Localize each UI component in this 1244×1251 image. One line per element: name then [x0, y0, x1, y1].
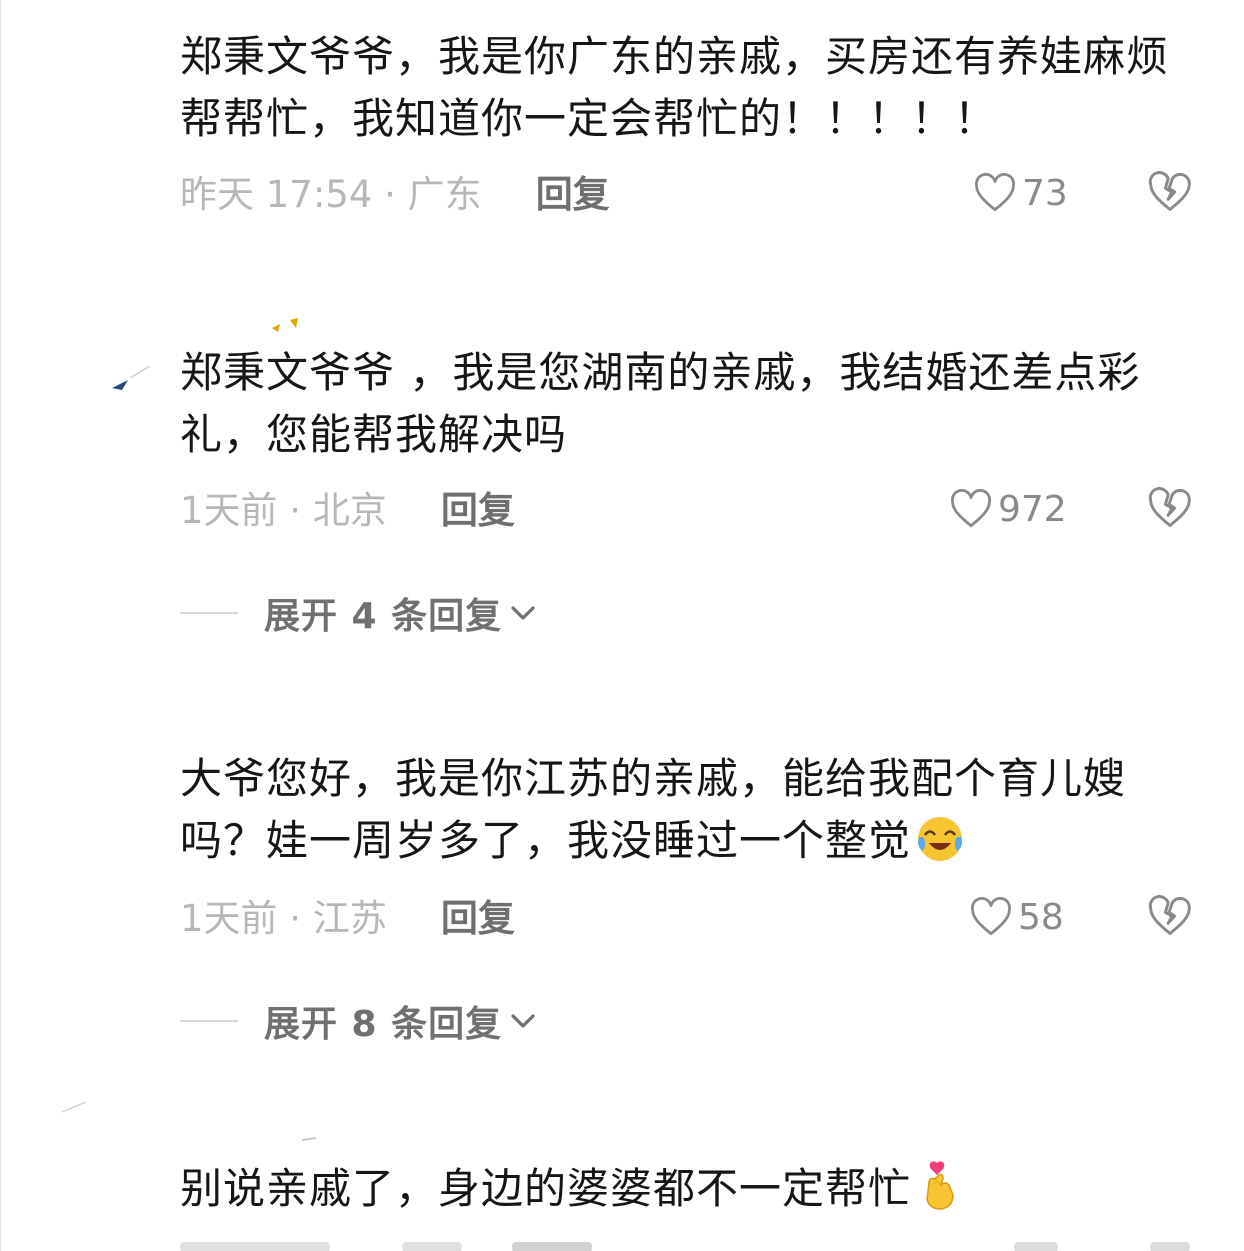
expand-replies-label: 展开 4 条回复	[264, 596, 503, 637]
expand-replies-label: 展开 8 条回复	[264, 1004, 503, 1045]
finger-heart-emoji	[926, 1161, 954, 1210]
like-button[interactable]: 73	[974, 168, 1068, 218]
comment-text-content: 别说亲戚了，身边的婆婆都不一定帮忙	[180, 1164, 912, 1213]
like-count: 73	[1022, 172, 1068, 214]
like-button[interactable]: 972	[950, 484, 1067, 534]
comment-meta: 1天前 · 北京 回复	[180, 482, 515, 532]
avatar-fragment-icon	[272, 318, 298, 332]
heart-outline-icon	[974, 173, 1016, 212]
chevron-down-icon	[511, 1014, 535, 1028]
like-count: 58	[1018, 896, 1064, 938]
expand-replies-button[interactable]: 展开 4 条回复	[180, 588, 538, 638]
broken-heart-icon[interactable]	[1148, 170, 1192, 214]
avatar-fragment-icon	[61, 1101, 87, 1113]
reply-button[interactable]: 回复	[536, 164, 610, 218]
comment-text: 大爷您好，我是你江苏的亲戚，能给我配个育儿嫂吗？娃一周岁多了，我没睡过一个整觉	[180, 748, 1190, 872]
comment-time-location: 1天前 · 江苏	[180, 897, 387, 940]
divider-dash	[180, 612, 238, 614]
comment-text: 别说亲戚了，身边的婆婆都不一定帮忙	[180, 1158, 1190, 1220]
like-count: 972	[998, 488, 1067, 530]
comment-meta: 1天前 · 江苏 回复	[180, 890, 515, 940]
chevron-down-icon	[511, 606, 535, 620]
comment-text: 郑秉文爷爷，我是你广东的亲戚，买房还有养娃麻烦帮帮忙，我知道你一定会帮忙的！！！…	[180, 32, 1170, 143]
like-button[interactable]: 58	[970, 892, 1064, 942]
comment-text-content: 大爷您好，我是你江苏的亲戚，能给我配个育儿嫂吗？娃一周岁多了，我没睡过一个整觉	[180, 754, 1127, 865]
expand-replies-button[interactable]: 展开 8 条回复	[180, 996, 538, 1046]
reply-button[interactable]: 回复	[441, 480, 515, 534]
broken-heart-icon[interactable]	[1148, 486, 1192, 530]
page-left-edge	[0, 0, 1, 1251]
comment-time-location: 昨天 17:54 · 广东	[180, 173, 482, 216]
heart-outline-icon	[970, 897, 1012, 936]
heart-outline-icon	[950, 489, 992, 528]
divider-dash	[180, 1020, 238, 1022]
avatar-fragment-icon	[301, 1137, 317, 1141]
comment-meta: 昨天 17:54 · 广东 回复	[180, 166, 610, 216]
comment-text: 郑秉文爷爷 ，我是您湖南的亲戚，我结婚还差点彩礼，您能帮我解决吗	[180, 348, 1141, 459]
crying-laughing-emoji	[918, 817, 963, 861]
reply-button[interactable]: 回复	[441, 888, 515, 942]
broken-heart-icon[interactable]	[1148, 894, 1192, 938]
comment-time-location: 1天前 · 北京	[180, 489, 387, 532]
avatar-fragment-icon	[112, 365, 151, 390]
cut-off-meta-row	[180, 1240, 1190, 1251]
